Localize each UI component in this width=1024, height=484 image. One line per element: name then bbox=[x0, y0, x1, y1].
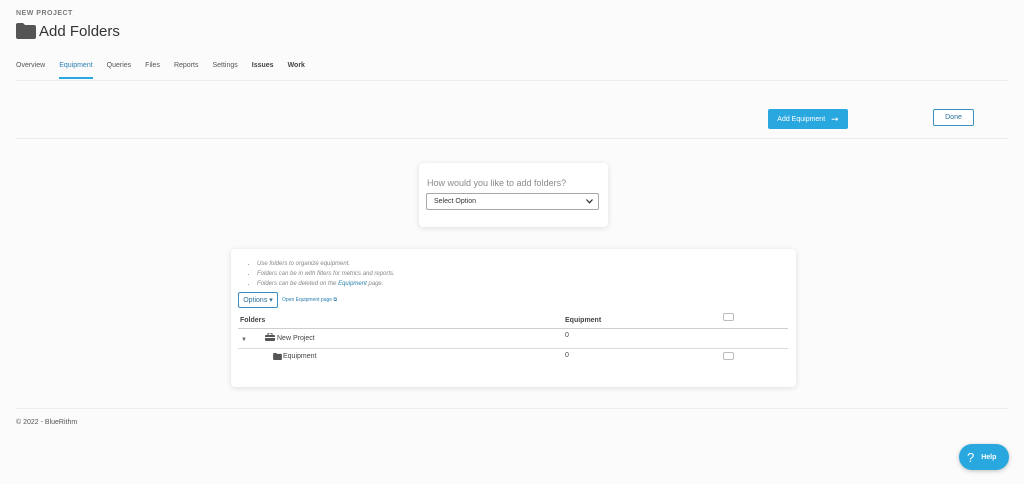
toolbox-icon bbox=[265, 333, 275, 341]
footer-divider bbox=[16, 408, 1008, 409]
tab-issues[interactable]: Issues bbox=[252, 62, 274, 79]
tip-item: Folders can be deleted on the Equipment … bbox=[257, 279, 395, 289]
arrow-right-icon: ➞ bbox=[831, 113, 839, 124]
help-button[interactable]: ? Help bbox=[959, 444, 1009, 470]
question-icon: ? bbox=[967, 449, 975, 465]
tab-overview[interactable]: Overview bbox=[16, 62, 45, 79]
equipment-link[interactable]: Equipment bbox=[338, 281, 367, 287]
footer-copyright: © 2022 - BlueRithm bbox=[16, 419, 78, 426]
folder-icon bbox=[273, 353, 282, 360]
folder-tips: Use folders to organize equipment. Folde… bbox=[257, 259, 395, 289]
equipment-count: 0 bbox=[565, 332, 569, 339]
select-all-checkbox[interactable] bbox=[723, 313, 734, 321]
header-divider bbox=[238, 328, 788, 329]
folder-name[interactable]: New Project bbox=[277, 335, 315, 342]
add-folders-prompt: How would you like to add folders? bbox=[427, 178, 567, 188]
equipment-count: 0 bbox=[565, 352, 569, 359]
tab-equipment[interactable]: Equipment bbox=[59, 62, 93, 79]
expand-caret-icon[interactable]: ▼ bbox=[241, 337, 247, 343]
done-button[interactable]: Done bbox=[933, 109, 974, 126]
folder-name[interactable]: Equipment bbox=[283, 353, 316, 360]
folders-panel: Use folders to organize equipment. Folde… bbox=[231, 249, 796, 387]
project-eyebrow: NEW PROJECT bbox=[16, 10, 73, 17]
caret-down-icon: ▾ bbox=[269, 297, 273, 304]
tab-settings[interactable]: Settings bbox=[212, 62, 237, 79]
add-equipment-label: Add Equipment bbox=[777, 115, 826, 123]
external-link-icon: ⧉ bbox=[333, 297, 338, 303]
add-method-select[interactable]: Select Option bbox=[426, 193, 599, 210]
tabs-divider bbox=[16, 80, 1008, 81]
page-header: Add Folders bbox=[16, 22, 120, 40]
options-button[interactable]: Options ▾ bbox=[238, 292, 278, 308]
folder-icon bbox=[16, 23, 36, 39]
page-title: Add Folders bbox=[39, 22, 120, 40]
column-header-equipment: Equipment bbox=[565, 317, 602, 324]
help-label: Help bbox=[981, 453, 997, 461]
tip-item: Folders can be in with filters for metri… bbox=[257, 269, 395, 279]
row-checkbox[interactable] bbox=[723, 352, 734, 360]
tab-reports[interactable]: Reports bbox=[174, 62, 199, 79]
column-header-folders: Folders bbox=[240, 317, 266, 324]
row-divider bbox=[238, 348, 788, 349]
add-equipment-button[interactable]: Add Equipment ➞ bbox=[768, 109, 848, 129]
open-equipment-link[interactable]: Open Equipment page ⧉ bbox=[282, 297, 337, 303]
tab-files[interactable]: Files bbox=[145, 62, 160, 79]
select-value: Select Option bbox=[434, 198, 477, 205]
tab-queries[interactable]: Queries bbox=[107, 62, 132, 79]
project-tabs: Overview Equipment Queries Files Reports… bbox=[16, 62, 319, 79]
tip-item: Use folders to organize equipment. bbox=[257, 259, 395, 269]
add-folders-card: How would you like to add folders? Selec… bbox=[419, 163, 608, 227]
actions-divider bbox=[16, 138, 1008, 139]
chevron-down-icon bbox=[586, 199, 593, 204]
tab-work[interactable]: Work bbox=[288, 62, 305, 79]
